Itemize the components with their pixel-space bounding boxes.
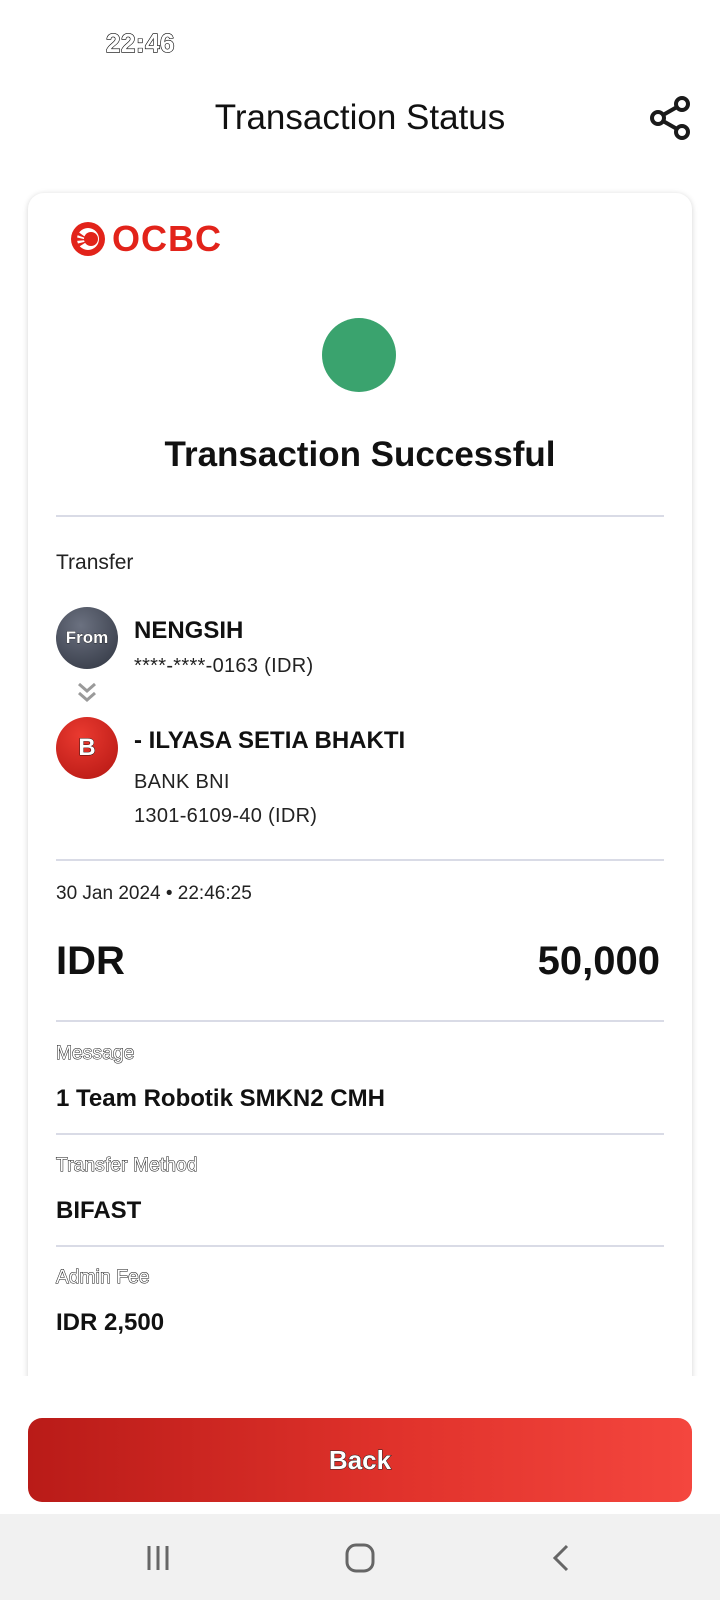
home-button[interactable]: [340, 1538, 380, 1578]
recipient-name: - ILYASA SETIA BHAKTI: [134, 727, 406, 754]
recipient-avatar: B: [56, 717, 118, 779]
recents-button[interactable]: [138, 1538, 178, 1578]
app-header: Transaction Status: [0, 80, 720, 160]
receipt-card: OCBC Transaction Successful Transfer Fro…: [28, 193, 692, 1376]
divider: [56, 1133, 664, 1135]
from-avatar: From: [56, 607, 118, 669]
admin-fee-value: IDR 2,500: [56, 1309, 165, 1336]
status-title: Transaction Successful: [164, 435, 556, 474]
recipient-bank: BANK BNI: [134, 771, 230, 793]
divider: [56, 1020, 664, 1022]
from-avatar-label: From: [65, 628, 109, 648]
transfer-method-value: BIFAST: [56, 1197, 142, 1224]
back-button[interactable]: Back: [28, 1418, 692, 1502]
ocbc-logo-icon: [71, 222, 105, 256]
divider: [56, 515, 664, 517]
from-account: ****-****-0163 (IDR): [134, 655, 314, 677]
amount-value: 50,000: [537, 939, 660, 983]
admin-fee-label: Admin Fee: [56, 1267, 150, 1289]
home-icon: [345, 1543, 375, 1573]
recents-icon: [147, 1546, 169, 1570]
nav-back-button[interactable]: [542, 1538, 582, 1578]
transfer-method-label: Transfer Method: [56, 1155, 198, 1177]
recipient-avatar-label: B: [78, 734, 96, 762]
section-label-transfer: Transfer: [56, 551, 134, 574]
status-bar: 22:46: [0, 0, 720, 80]
status-time: 22:46: [105, 27, 175, 58]
footer-area: Back: [0, 1376, 720, 1502]
divider: [56, 1245, 664, 1247]
back-button-label: Back: [328, 1444, 392, 1475]
bank-logo-text: OCBC: [112, 218, 222, 259]
amount-currency: IDR: [56, 939, 125, 983]
message-value: 1 Team Robotik SMKN2 CMH: [56, 1085, 385, 1112]
share-icon: [650, 96, 690, 140]
divider: [56, 859, 664, 861]
transaction-datetime: 30 Jan 2024 • 22:46:25: [56, 883, 252, 904]
share-button[interactable]: [646, 94, 694, 142]
page-title: Transaction Status: [214, 98, 506, 137]
double-chevron-down-icon: [78, 682, 96, 702]
receipt-scroll-area[interactable]: OCBC Transaction Successful Transfer Fro…: [0, 160, 720, 1376]
from-name: NENGSIH: [134, 617, 244, 644]
recipient-account: 1301-6109-40 (IDR): [134, 805, 318, 827]
system-nav-bar: [0, 1514, 720, 1600]
back-nav-icon: [552, 1544, 569, 1572]
message-label: Message: [56, 1043, 135, 1065]
bank-logo: OCBC: [70, 218, 222, 259]
success-indicator: [322, 318, 396, 392]
